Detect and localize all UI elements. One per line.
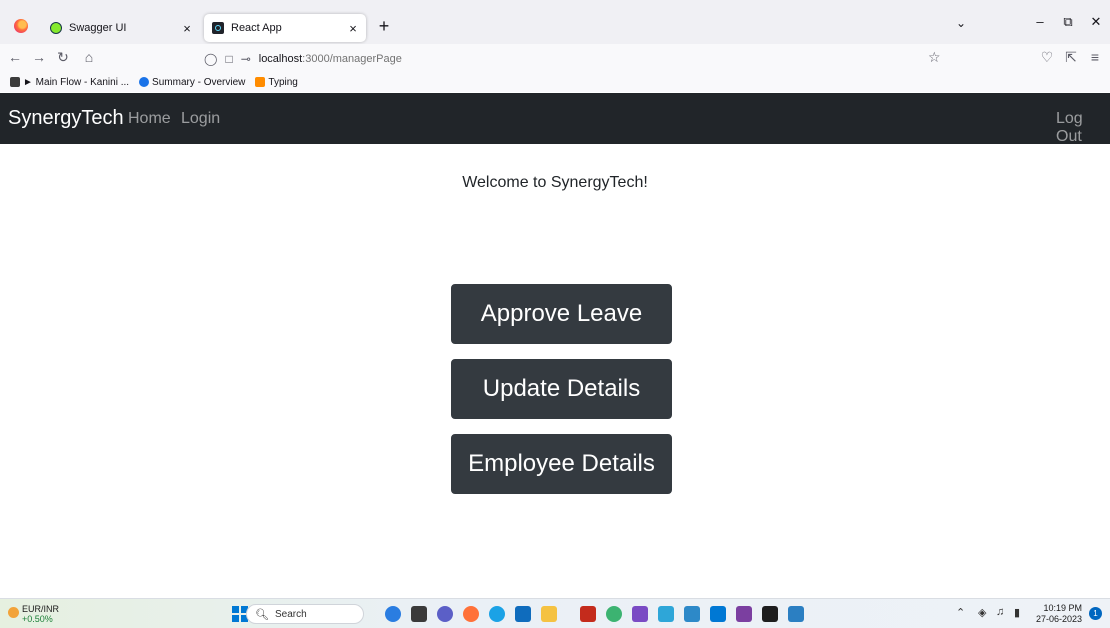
page-icon[interactable]: □ xyxy=(225,52,232,66)
key-icon[interactable]: ⊸ xyxy=(241,52,251,66)
stock-widget[interactable]: EUR/INR +0.50% xyxy=(22,604,59,624)
chat-icon[interactable] xyxy=(437,606,453,622)
search-placeholder: Search xyxy=(274,608,307,620)
address-bar[interactable]: ◯ □ ⊸ localhost:3000/managerPage xyxy=(196,47,954,71)
bookmark-summary-overview[interactable]: Summary - Overview xyxy=(139,77,245,88)
minimize-icon[interactable]: – xyxy=(1030,14,1050,29)
nav-home-link[interactable]: Home xyxy=(128,110,171,128)
close-window-icon[interactable]: ✕ xyxy=(1086,14,1106,30)
volume-icon[interactable]: ♫ xyxy=(996,606,1004,618)
menu-icon[interactable]: ≡ xyxy=(1086,49,1104,65)
swagger-icon xyxy=(50,22,62,34)
back-icon[interactable]: ← xyxy=(6,49,24,65)
welcome-message: Welcome to SynergyTech! xyxy=(462,174,648,191)
wifi-icon[interactable]: ◈ xyxy=(978,606,986,619)
stock-widget-icon[interactable] xyxy=(8,607,19,618)
bookmark-favicon xyxy=(255,77,266,87)
forward-icon[interactable]: → xyxy=(30,49,48,65)
reload-icon[interactable]: ↻ xyxy=(54,49,72,66)
task-view-icon[interactable] xyxy=(411,606,427,622)
tab-react-app[interactable]: React App × xyxy=(204,14,366,42)
clock-time: 10:19 PM xyxy=(1043,603,1083,613)
photos-icon[interactable] xyxy=(788,606,804,622)
tracking-protection-icon[interactable]: ◯ xyxy=(204,52,217,66)
bookmarks-bar: ► Main Flow - Kanini ... Summary - Overv… xyxy=(0,72,1110,92)
new-tab-button[interactable]: + xyxy=(374,16,394,37)
url-host: localhost xyxy=(258,53,303,65)
search-icon: 🔍︎ xyxy=(255,608,269,621)
bookmark-label: Summary - Overview xyxy=(152,76,246,88)
url-path: :3000/managerPage xyxy=(302,53,402,65)
logout-link[interactable]: Log Out xyxy=(1056,110,1110,146)
bookmark-label: ► Main Flow - Kanini ... xyxy=(23,76,130,88)
restore-icon[interactable]: ⧉ xyxy=(1058,14,1078,30)
app-icon[interactable] xyxy=(736,606,752,622)
visual-studio-icon[interactable] xyxy=(632,606,648,622)
pocket-icon[interactable]: ♡ xyxy=(1038,49,1056,66)
react-icon xyxy=(212,22,224,34)
share-icon[interactable]: ⇱ xyxy=(1062,49,1080,66)
browser-toolbar: ← → ↻ ⌂ ◯ □ ⊸ localhost:3000/managerPage… xyxy=(0,44,1110,72)
whatsapp-icon[interactable] xyxy=(606,606,622,622)
brand-link[interactable]: SynergyTech xyxy=(8,107,124,130)
close-tab-icon[interactable]: × xyxy=(344,21,362,36)
bookmark-label: Typing xyxy=(268,76,298,88)
close-tab-icon[interactable]: × xyxy=(178,21,196,36)
nav-login-link[interactable]: Login xyxy=(181,110,220,128)
show-hidden-icons-icon[interactable]: ⌃ xyxy=(956,606,965,619)
tab-swagger-ui[interactable]: Swagger UI × xyxy=(42,14,200,42)
battery-icon[interactable]: ▮ xyxy=(1014,606,1020,619)
bookmark-favicon xyxy=(10,77,20,87)
clock-date: 27-06-2023 xyxy=(1036,614,1083,624)
tool-icon[interactable] xyxy=(658,606,674,622)
employee-details-button[interactable]: Employee Details xyxy=(451,434,672,494)
update-details-button[interactable]: Update Details xyxy=(451,359,672,419)
taskbar-search[interactable]: 🔍︎ Search xyxy=(246,604,364,624)
wps-office-icon[interactable] xyxy=(580,606,596,622)
edge-icon[interactable] xyxy=(489,606,505,622)
windows-taskbar: EUR/INR +0.50% 🔍︎ Search ⌃ ◈ ♫ ▮ 10:19 P… xyxy=(0,598,1110,628)
browser-tab-strip: Swagger UI × React App × + ⌄ – ⧉ ✕ xyxy=(0,0,1110,44)
system-clock[interactable]: 10:19 PM 27-06-2023 xyxy=(1036,603,1082,625)
mail-icon[interactable] xyxy=(515,606,531,622)
stock-symbol: EUR/INR xyxy=(22,604,60,614)
bookmark-star-icon[interactable]: ☆ xyxy=(928,49,941,66)
approve-leave-button[interactable]: Approve Leave xyxy=(451,284,672,344)
app-navbar: SynergyTech Home Login Log Out xyxy=(0,93,1110,146)
bookmark-main-flow[interactable]: ► Main Flow - Kanini ... xyxy=(10,77,129,88)
tab-title: React App xyxy=(231,22,282,34)
notification-badge[interactable]: 1 xyxy=(1089,607,1102,620)
bookmark-typing[interactable]: Typing xyxy=(255,76,298,88)
tab-title: Swagger UI xyxy=(69,22,127,34)
bookmark-favicon xyxy=(139,77,150,87)
firefox-icon[interactable] xyxy=(14,19,28,33)
list-all-tabs-icon[interactable]: ⌄ xyxy=(956,16,966,30)
firefox-taskbar-icon[interactable] xyxy=(463,606,479,622)
bing-icon[interactable] xyxy=(385,606,401,622)
home-icon[interactable]: ⌂ xyxy=(80,49,98,65)
notepad-icon[interactable] xyxy=(684,606,700,622)
stock-change: +0.50% xyxy=(22,614,53,624)
file-explorer-icon[interactable] xyxy=(541,606,557,622)
terminal-icon[interactable] xyxy=(762,606,778,622)
vscode-icon[interactable] xyxy=(710,606,726,622)
